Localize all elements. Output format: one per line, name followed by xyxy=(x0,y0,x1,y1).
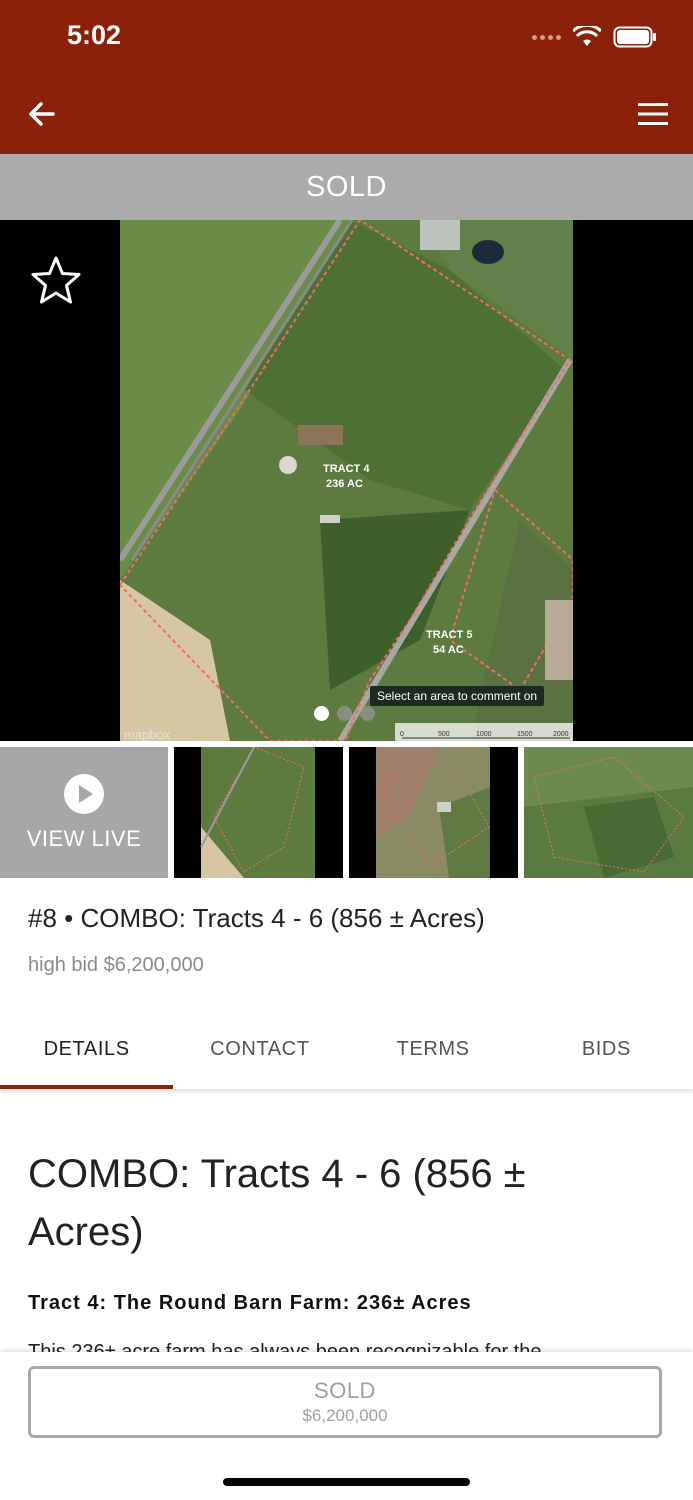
mapbox-logo: mapbox xyxy=(124,727,171,741)
sold-status-banner: SOLD xyxy=(0,154,693,220)
scale-label: 1000 xyxy=(476,731,492,738)
play-circle-icon xyxy=(64,773,104,814)
tract-4-acres: 236 AC xyxy=(326,478,363,490)
thumbnail-image[interactable] xyxy=(524,747,693,878)
thumbnail-strip: VIEW LIVE xyxy=(0,747,693,878)
sold-bid-button[interactable]: SOLD $6,200,000 xyxy=(28,1366,662,1438)
tab-contact[interactable]: CONTACT xyxy=(173,1009,346,1089)
pager-dot[interactable] xyxy=(337,706,352,721)
thumbnail-image[interactable] xyxy=(349,747,518,878)
scale-label: 2000 xyxy=(553,731,569,738)
app-header: 5:02 xyxy=(0,0,693,154)
tab-bids[interactable]: BIDS xyxy=(520,1009,693,1089)
scale-label: 0 xyxy=(400,731,404,738)
arrow-left-icon[interactable] xyxy=(22,94,62,134)
scale-label: 500 xyxy=(438,731,450,738)
gallery-pager[interactable] xyxy=(314,706,375,721)
tract-5-label: TRACT 5 xyxy=(426,629,472,641)
bottom-action-bar: SOLD $6,200,000 xyxy=(0,1352,693,1500)
view-live-button[interactable]: VIEW LIVE xyxy=(0,747,168,878)
listing-title: #8 • COMBO: Tracts 4 - 6 (856 ± Acres) xyxy=(28,903,485,933)
pager-dot[interactable] xyxy=(360,706,375,721)
home-indicator[interactable] xyxy=(223,1478,470,1486)
tab-details[interactable]: DETAILS xyxy=(0,1009,174,1089)
sold-button-label: SOLD xyxy=(314,1378,376,1403)
wifi-icon xyxy=(573,26,601,46)
tract-4-label: TRACT 4 xyxy=(323,463,370,475)
view-live-label: VIEW LIVE xyxy=(26,825,142,851)
status-time: 5:02 xyxy=(67,20,122,50)
hamburger-menu-icon[interactable] xyxy=(635,96,671,132)
sold-button-amount: $6,200,000 xyxy=(302,1406,388,1425)
signal-icon xyxy=(532,34,561,40)
tab-bar: DETAILS CONTACT TERMS BIDS xyxy=(0,1009,693,1089)
details-heading: COMBO: Tracts 4 - 6 (856 ± Acres) xyxy=(28,1152,526,1254)
high-bid-text: high bid $6,200,000 xyxy=(28,954,204,976)
hero-gallery[interactable]: TRACT 4 236 AC TRACT 5 54 AC mapbox 0 50… xyxy=(0,220,693,741)
map-comment-caption[interactable]: Select an area to comment on xyxy=(370,686,545,706)
star-outline-icon[interactable] xyxy=(30,254,82,306)
aerial-map-image[interactable]: TRACT 4 236 AC TRACT 5 54 AC mapbox 0 50… xyxy=(120,220,573,741)
thumbnail-image[interactable] xyxy=(174,747,343,878)
battery-icon xyxy=(613,26,656,48)
details-subheading: Tract 4: The Round Barn Farm: 236± Acres xyxy=(28,1292,472,1314)
tab-terms[interactable]: TERMS xyxy=(347,1009,520,1089)
tract-5-acres: 54 AC xyxy=(433,644,464,656)
status-icons xyxy=(532,26,657,48)
scale-label: 1500 xyxy=(517,731,533,738)
pager-dot[interactable] xyxy=(314,706,329,721)
